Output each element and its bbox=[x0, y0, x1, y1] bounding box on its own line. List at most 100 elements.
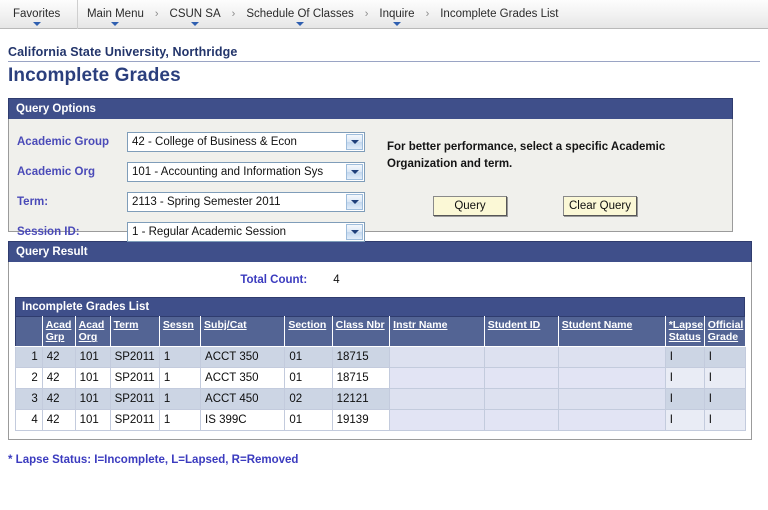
cell-official-grade: I bbox=[703, 408, 747, 431]
cell-instr-name bbox=[389, 345, 485, 368]
chevron-down-icon bbox=[296, 21, 305, 26]
cell-student-id bbox=[483, 345, 559, 368]
table-row: 3 42 101 SP2011 1 ACCT 450 02 12121 II bbox=[15, 387, 747, 410]
grid-title: Incomplete Grades List bbox=[15, 297, 745, 316]
breadcrumb-label: Favorites bbox=[13, 8, 61, 20]
cell-section: 01 bbox=[284, 366, 333, 389]
column-header-student-name[interactable]: Student Name bbox=[557, 316, 666, 347]
column-header-label: Instr Name bbox=[393, 319, 448, 331]
column-header-student-id[interactable]: Student ID bbox=[483, 316, 559, 347]
breadcrumb-label: Main Menu bbox=[86, 8, 144, 20]
cell-class-nbr: 18715 bbox=[331, 345, 391, 368]
select-value: 42 - College of Business & Econ bbox=[132, 135, 297, 148]
column-header-official-grade[interactable]: Official Grade bbox=[703, 316, 747, 347]
breadcrumb-item-incomplete-grades-list[interactable]: Incomplete Grades List bbox=[431, 0, 567, 29]
cell-acad-org: 101 bbox=[74, 387, 111, 410]
select-session-id[interactable]: 1 - Regular Academic Session bbox=[127, 221, 365, 242]
cell-lapse-status: I bbox=[664, 366, 705, 389]
total-count-label: Total Count: bbox=[240, 273, 308, 286]
cell-student-id bbox=[483, 366, 559, 389]
label-academic-group: Academic Group bbox=[17, 135, 110, 148]
select-academic-org[interactable]: 101 - Accounting and Information Sys bbox=[127, 161, 365, 182]
chevron-down-icon[interactable] bbox=[346, 133, 363, 150]
breadcrumb-item-csun-sa[interactable]: CSUN SA bbox=[161, 0, 230, 29]
cell-n: 1 bbox=[15, 345, 43, 368]
cell-term: SP2011 bbox=[109, 387, 160, 410]
cell-term: SP2011 bbox=[109, 408, 160, 431]
cell-acad-org: 101 bbox=[74, 408, 111, 431]
column-header-acad-grp[interactable]: Acad Grp bbox=[41, 316, 76, 347]
breadcrumb-item-favorites[interactable]: Favorites bbox=[4, 0, 69, 29]
cell-section: 02 bbox=[284, 387, 333, 410]
column-header-label: Section bbox=[288, 319, 327, 331]
cell-subj-cat: ACCT 350 bbox=[200, 366, 286, 389]
table-row: 4 42 101 SP2011 1 IS 399C 01 19139 II bbox=[15, 408, 747, 431]
breadcrumb-item-main-menu[interactable]: Main Menu bbox=[76, 0, 153, 29]
breadcrumb-separator: › bbox=[154, 8, 159, 20]
column-header-section[interactable]: Section bbox=[284, 316, 333, 347]
cell-lapse-status: I bbox=[664, 408, 705, 431]
chevron-down-icon bbox=[392, 21, 401, 26]
column-header-lapse-status[interactable]: *Lapse Status bbox=[664, 316, 705, 347]
university-name: California State University, Northridge bbox=[8, 45, 238, 59]
lapse-status-footnote: * Lapse Status: I=Incomplete, L=Lapsed, … bbox=[8, 453, 299, 466]
table-row: 2 42 101 SP2011 1 ACCT 350 01 18715 II bbox=[15, 366, 747, 389]
cell-instr-name bbox=[389, 366, 485, 389]
cell-class-nbr: 18715 bbox=[331, 366, 391, 389]
column-header-acad-org[interactable]: Acad Org bbox=[74, 316, 111, 347]
chevron-down-icon bbox=[191, 21, 200, 26]
label-session-id: Session ID: bbox=[17, 225, 80, 238]
cell-sessn: 1 bbox=[158, 408, 202, 431]
select-term[interactable]: 2113 - Spring Semester 2011 bbox=[127, 191, 365, 212]
table-header-row: Acad Grp Acad Org Term Sessn Subj/Cat Section… bbox=[15, 316, 747, 347]
page-header: California State University, Northridge … bbox=[0, 29, 768, 87]
cell-class-nbr: 12121 bbox=[331, 387, 391, 410]
query-options-hint-area: For better performance, select a specifi… bbox=[379, 128, 732, 231]
cell-acad-org: 101 bbox=[74, 345, 111, 368]
column-header-class-nbr[interactable]: Class Nbr bbox=[331, 316, 391, 347]
breadcrumb-separator: › bbox=[231, 8, 236, 20]
query-options-panel: Query Options Academic Group 42 - College… bbox=[8, 98, 733, 242]
cell-subj-cat: IS 399C bbox=[200, 408, 286, 431]
column-header-sessn[interactable]: Sessn bbox=[158, 316, 202, 347]
breadcrumb-label: Incomplete Grades List bbox=[440, 8, 559, 20]
query-button[interactable]: Query bbox=[433, 196, 507, 217]
cell-subj-cat: ACCT 450 bbox=[200, 387, 286, 410]
cell-lapse-status: I bbox=[664, 345, 705, 368]
column-header-rownum bbox=[15, 316, 43, 347]
column-header-instr-name[interactable]: Instr Name bbox=[389, 316, 485, 347]
cell-student-name bbox=[557, 387, 666, 410]
cell-acad-grp: 42 bbox=[41, 387, 76, 410]
select-academic-group[interactable]: 42 - College of Business & Econ bbox=[127, 131, 365, 152]
column-header-term[interactable]: Term bbox=[109, 316, 160, 347]
column-header-label: Student ID bbox=[487, 319, 541, 331]
cell-student-id bbox=[483, 387, 559, 410]
cell-student-id bbox=[483, 408, 559, 431]
clear-query-button[interactable]: Clear Query bbox=[563, 196, 637, 217]
column-header-label: *Lapse Status bbox=[668, 319, 704, 344]
select-value: 101 - Accounting and Information Sys bbox=[132, 165, 324, 178]
breadcrumb-item-schedule-of-classes[interactable]: Schedule Of Classes bbox=[237, 0, 362, 29]
cell-lapse-status: I bbox=[664, 387, 705, 410]
chevron-down-icon[interactable] bbox=[346, 163, 363, 180]
page-title: Incomplete Grades bbox=[8, 65, 181, 86]
chevron-down-icon[interactable] bbox=[346, 193, 363, 210]
cell-sessn: 1 bbox=[158, 366, 202, 389]
breadcrumb: Favorites › Main Menu › CSUN SA › Schedule Of … bbox=[0, 0, 768, 29]
chevron-down-icon[interactable] bbox=[346, 223, 363, 240]
breadcrumb-item-inquire[interactable]: Inquire bbox=[370, 0, 423, 29]
breadcrumb-label: Inquire bbox=[379, 8, 415, 20]
form-row-academic-org: Academic Org 101 - Accounting and Informa… bbox=[17, 158, 379, 185]
form-row-academic-group: Academic Group 42 - College of Business &… bbox=[17, 128, 379, 155]
cell-official-grade: I bbox=[703, 366, 747, 389]
header-divider bbox=[8, 61, 760, 62]
column-header-subj-cat[interactable]: Subj/Cat bbox=[200, 316, 286, 347]
column-header-label: Subj/Cat bbox=[204, 319, 247, 331]
breadcrumb-separator: › bbox=[364, 8, 369, 20]
cell-acad-grp: 42 bbox=[41, 408, 76, 431]
cell-official-grade: I bbox=[703, 387, 747, 410]
column-header-label: Acad Org bbox=[78, 319, 105, 344]
cell-official-grade: I bbox=[703, 345, 747, 368]
cell-n: 2 bbox=[15, 366, 43, 389]
table-body: 1 42 101 SP2011 1 ACCT 350 01 18715 I I 2 42 101 SP2… bbox=[15, 345, 747, 431]
